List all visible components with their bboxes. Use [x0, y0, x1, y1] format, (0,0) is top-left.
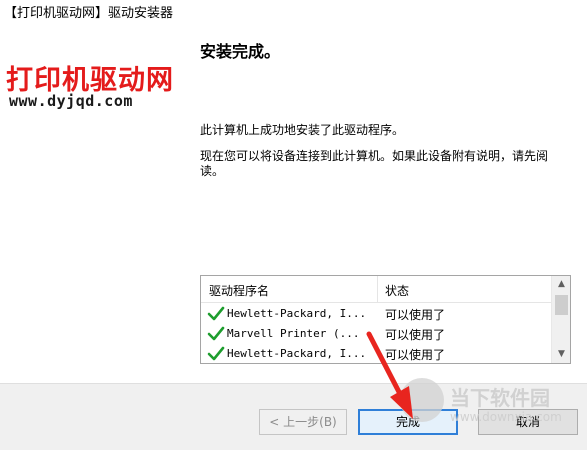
driver-name: Hewlett-Packard, I...	[227, 347, 367, 360]
drivers-list[interactable]: 驱动程序名 状态 Hewlett-Packard, I... 可以使用了 Mar…	[200, 275, 571, 364]
driver-name: Hewlett-Packard, I...	[227, 307, 367, 320]
list-item[interactable]: Hewlett-Packard, I... 可以使用了	[201, 344, 551, 363]
title-bar: 【打印机驱动网】驱动安装器	[0, 0, 587, 22]
list-rows: Hewlett-Packard, I... 可以使用了 Marvell Prin…	[201, 304, 551, 363]
finish-button[interactable]: 完成	[358, 409, 458, 435]
chevron-down-icon[interactable]: ▼	[552, 346, 570, 363]
list-item[interactable]: Marvell Printer (... 可以使用了	[201, 324, 551, 344]
list-scrollbar[interactable]: ▲ ▼	[551, 276, 570, 363]
list-header: 驱动程序名 状态	[201, 276, 551, 303]
check-icon	[207, 346, 225, 361]
chevron-up-icon[interactable]: ▲	[552, 276, 570, 293]
cancel-button[interactable]: 取消	[478, 409, 578, 435]
success-message: 此计算机上成功地安装了此驱动程序。	[200, 123, 405, 137]
driver-status: 可以使用了	[385, 328, 446, 342]
check-icon	[207, 306, 225, 321]
scroll-thumb[interactable]	[555, 295, 568, 315]
check-icon	[207, 326, 225, 341]
instruction-message: 现在您可以将设备连接到此计算机。如果此设备附有说明，请先阅读。	[200, 149, 549, 178]
driver-status: 可以使用了	[385, 348, 446, 362]
column-header-driver-name[interactable]: 驱动程序名	[209, 282, 269, 299]
button-bar: < 上一步(B) 完成 取消	[0, 383, 587, 450]
column-divider[interactable]	[377, 276, 378, 302]
logo-url: www.dyjqd.com	[9, 92, 133, 110]
back-button[interactable]: < 上一步(B)	[259, 409, 347, 435]
site-logo: 打印机驱动网 www.dyjqd.com	[6, 58, 188, 118]
window-title: 【打印机驱动网】驱动安装器	[4, 6, 174, 21]
driver-name: Marvell Printer (...	[227, 327, 360, 340]
page-title: 安装完成。	[200, 42, 281, 61]
column-header-status[interactable]: 状态	[385, 282, 409, 299]
driver-status: 可以使用了	[385, 308, 446, 322]
list-item[interactable]: Hewlett-Packard, I... 可以使用了	[201, 304, 551, 324]
